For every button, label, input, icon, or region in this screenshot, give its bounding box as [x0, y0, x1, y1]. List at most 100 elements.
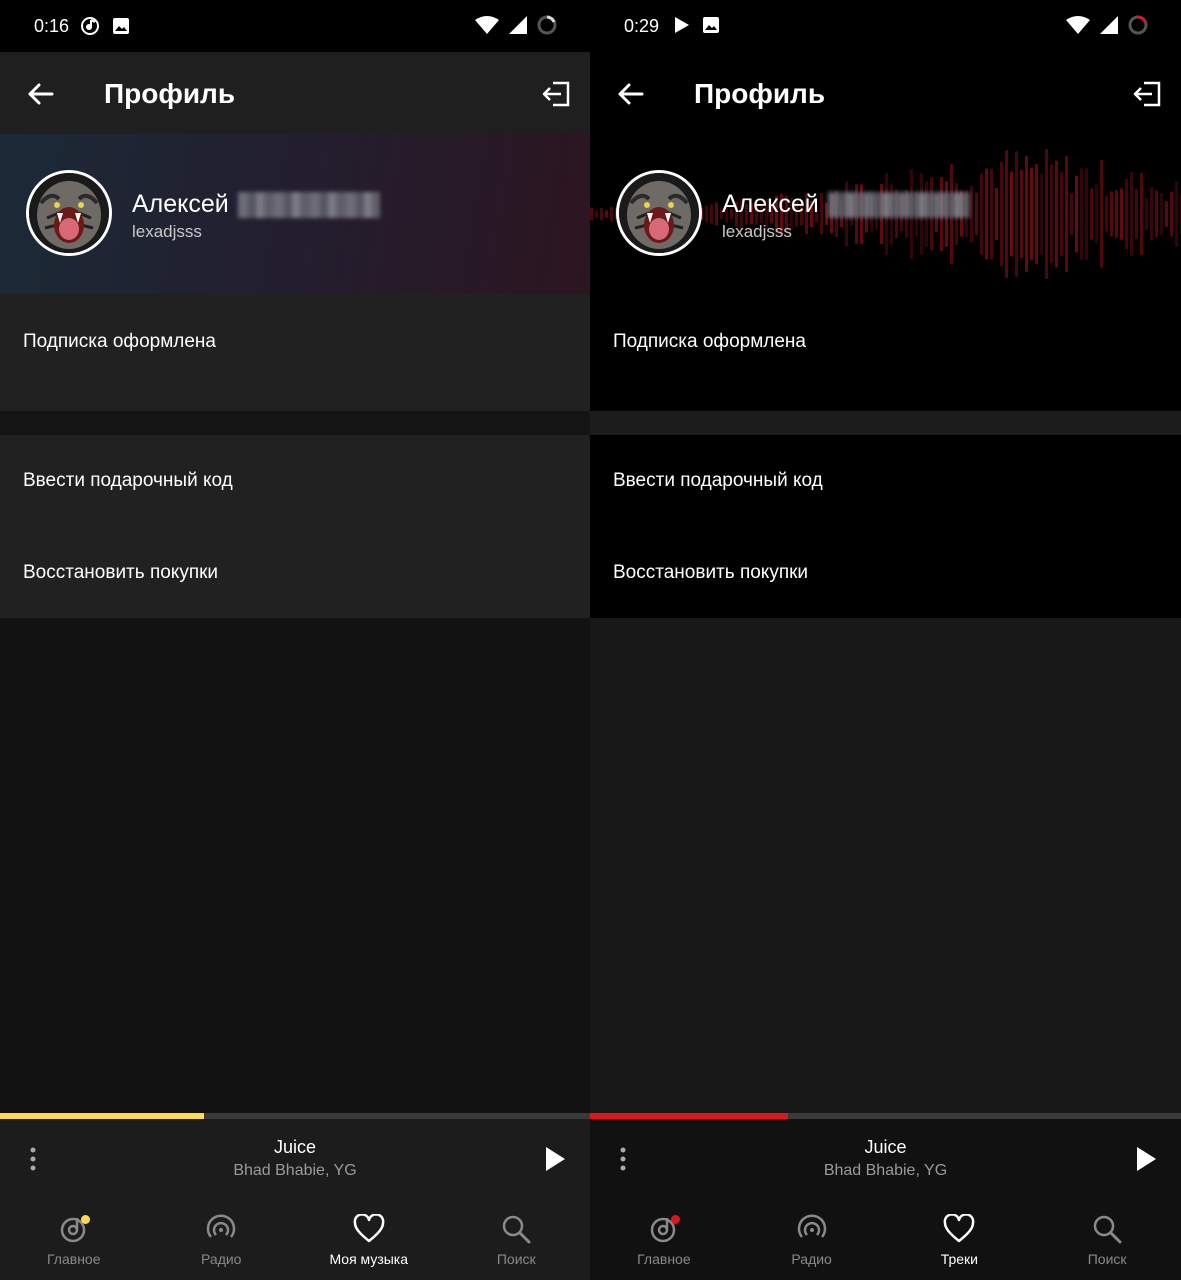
battery-icon	[536, 14, 558, 36]
user-login: lexadjsss	[132, 222, 202, 241]
waveform-bar	[1140, 172, 1143, 256]
wifi-icon	[1065, 15, 1091, 35]
status-time: 0:29	[624, 16, 660, 36]
waveform-bar	[975, 192, 978, 236]
waveform-bar	[1115, 190, 1118, 238]
play-button[interactable]	[1131, 1143, 1161, 1175]
waveform-bar	[1020, 169, 1023, 259]
nav-item-home[interactable]: Главное	[590, 1199, 738, 1280]
waveform-bar	[1050, 164, 1053, 264]
status-time: 0:16	[34, 16, 70, 36]
waveform-bar	[1150, 187, 1153, 241]
mini-player[interactable]: Juice Bhad Bhabie, YG	[0, 1119, 590, 1199]
waveform-bar	[1100, 160, 1103, 268]
waveform-bar	[1000, 162, 1003, 266]
play-icon	[1137, 1147, 1156, 1171]
enter-gift-code-item[interactable]: Ввести подарочный код	[0, 435, 590, 527]
nav-label: Главное	[47, 1251, 101, 1267]
waveform-bar	[1060, 172, 1063, 256]
track-artist: Bhad Bhabie, YG	[233, 1162, 357, 1179]
waveform-bar	[1085, 168, 1088, 260]
waveform-bar	[1065, 156, 1068, 272]
waveform-bar	[1075, 175, 1078, 253]
nav-label: Треки	[940, 1251, 979, 1267]
nav-item-search[interactable]: Поиск	[443, 1199, 591, 1280]
subscription-status: Подписка оформлена	[23, 331, 216, 352]
page-title: Профиль	[104, 78, 236, 109]
nav-item-tracks[interactable]: Треки	[886, 1199, 1034, 1280]
nav-item-home[interactable]: Главное	[0, 1199, 148, 1280]
waveform-bar	[1165, 201, 1168, 227]
play-notification-icon	[674, 16, 690, 34]
waveform-bar	[1135, 189, 1138, 239]
waveform-bar	[715, 202, 718, 226]
restore-purchases-item[interactable]: Восстановить покупки	[0, 527, 590, 619]
profile-header: Алексей lexadjsss	[0, 134, 590, 294]
nav-label: Поиск	[496, 1251, 536, 1267]
track-title: Juice	[864, 1137, 907, 1157]
back-button[interactable]	[24, 78, 56, 110]
waveform-bar	[995, 187, 998, 241]
battery-icon	[1127, 14, 1149, 36]
enter-gift-code-item[interactable]: Ввести подарочный код	[590, 435, 1181, 527]
logout-button[interactable]	[1131, 78, 1163, 110]
nav-item-search[interactable]: Поиск	[1033, 1199, 1181, 1280]
restore-purchases-item[interactable]: Восстановить покупки	[590, 527, 1181, 619]
waveform-bar	[1025, 156, 1028, 272]
system-icons	[1065, 14, 1149, 36]
nav-label: Поиск	[1087, 1251, 1127, 1267]
waveform-bar	[595, 210, 598, 218]
arrow-left-icon	[618, 83, 644, 105]
menu-item-label: Восстановить покупки	[613, 562, 809, 583]
waveform-bar	[1005, 150, 1008, 278]
waveform-bar	[1145, 198, 1148, 230]
user-name: Алексей	[722, 190, 819, 218]
notification-dot	[670, 1215, 680, 1224]
notification-icons	[674, 16, 720, 34]
nav-label: Главное	[637, 1251, 691, 1267]
nav-item-my-music[interactable]: Моя музыка	[295, 1199, 443, 1280]
heart-icon	[353, 1213, 385, 1245]
status-bar: 0:16	[0, 0, 590, 52]
waveform-bar	[1125, 179, 1128, 249]
user-login: lexadjsss	[722, 222, 792, 241]
waveform-bar	[1175, 181, 1178, 247]
waveform-bar	[990, 168, 993, 260]
app-bar: Профиль	[0, 52, 590, 134]
home-disc-icon	[648, 1213, 680, 1245]
signal-icon	[508, 15, 528, 35]
notification-dot	[80, 1215, 90, 1224]
subscription-section: Подписка оформлена	[0, 294, 590, 411]
radio-icon	[796, 1213, 828, 1245]
waveform-bar	[1035, 164, 1038, 264]
screen-right: 0:29 Профиль Алексей lexadjsss Подписка …	[590, 0, 1181, 1280]
waveform-bar	[600, 207, 603, 221]
tiger-avatar-image	[29, 173, 109, 253]
waveform-bar	[1045, 149, 1048, 279]
waveform-bar	[980, 173, 983, 255]
waveform-bar	[1120, 188, 1123, 240]
nav-label: Радио	[201, 1251, 242, 1267]
play-button[interactable]	[540, 1143, 570, 1175]
waveform-bar	[705, 205, 708, 223]
status-bar: 0:29	[590, 0, 1181, 52]
nav-item-radio[interactable]: Радио	[148, 1199, 296, 1280]
nav-label: Радио	[791, 1251, 832, 1267]
avatar[interactable]	[616, 170, 702, 256]
radio-icon	[205, 1213, 237, 1245]
play-icon	[546, 1147, 565, 1171]
nav-item-radio[interactable]: Радио	[738, 1199, 886, 1280]
image-icon	[702, 16, 720, 34]
arrow-left-icon	[28, 83, 54, 105]
back-button[interactable]	[614, 78, 646, 110]
tiger-avatar-image	[619, 173, 699, 253]
menu-item-label: Ввести подарочный код	[23, 470, 233, 491]
avatar[interactable]	[26, 170, 112, 256]
mini-player[interactable]: Juice Bhad Bhabie, YG	[590, 1119, 1181, 1199]
logout-button[interactable]	[540, 78, 572, 110]
waveform-bar	[1080, 168, 1083, 260]
section-divider	[0, 411, 590, 435]
waveform-bar	[710, 204, 713, 224]
subscription-status: Подписка оформлена	[613, 331, 806, 352]
profile-header: Алексей lexadjsss	[590, 134, 1181, 294]
